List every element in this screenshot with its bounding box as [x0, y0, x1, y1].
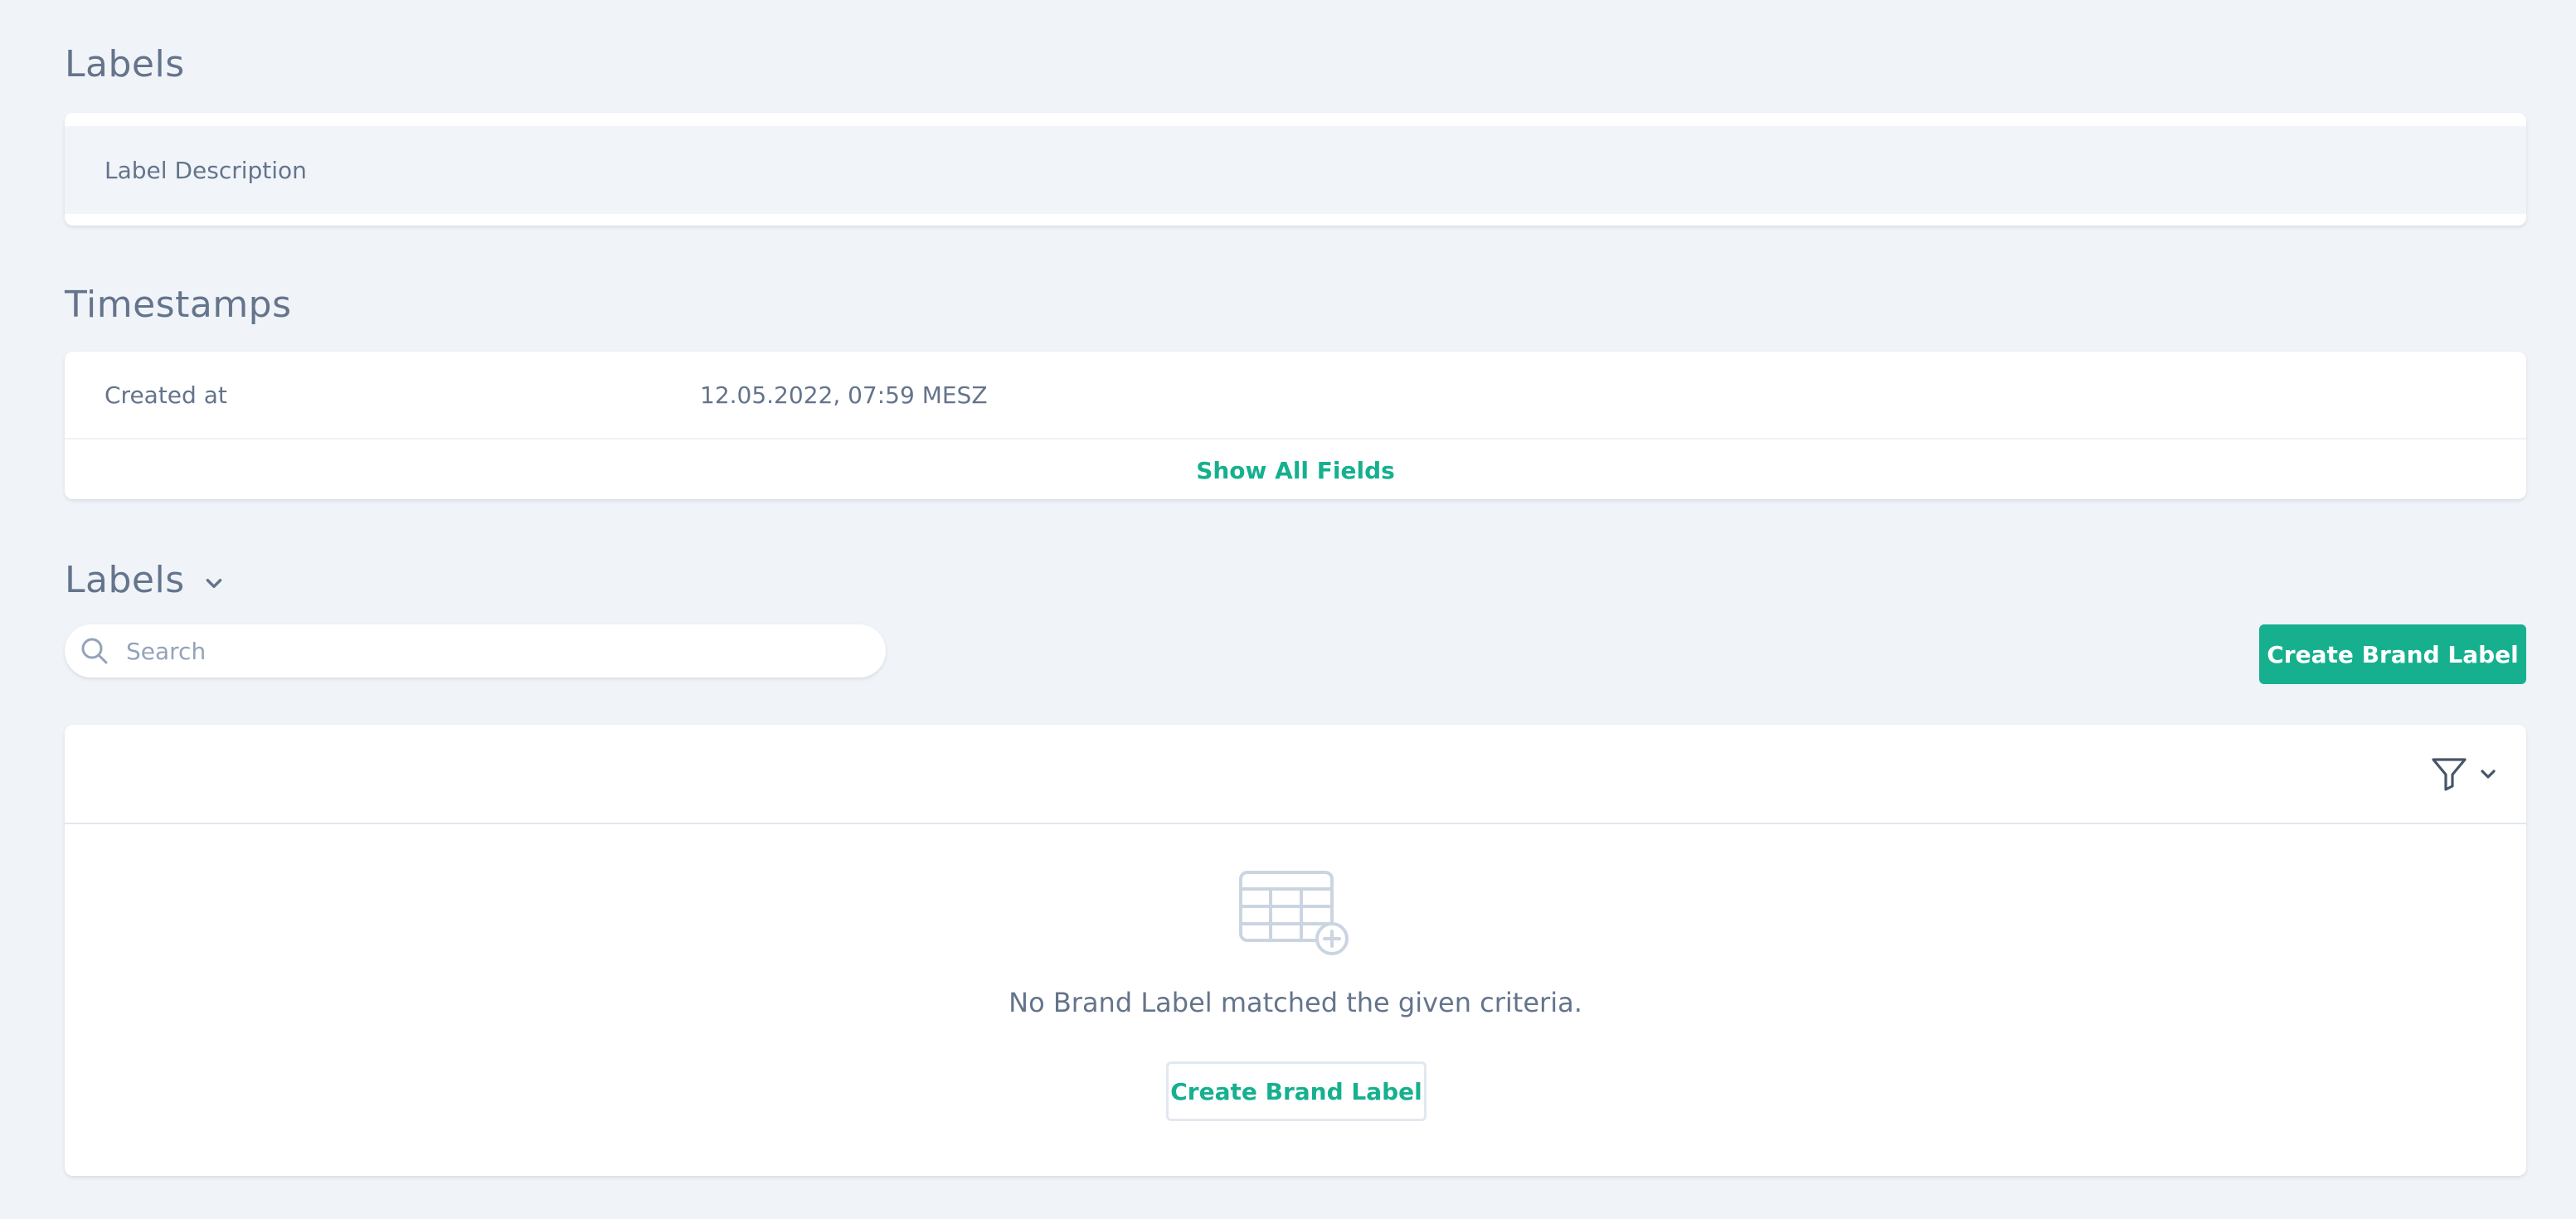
search-box [65, 624, 886, 677]
brand-labels-section-title: Labels [65, 559, 185, 601]
chevron-down-icon [206, 579, 221, 589]
filter-dropdown[interactable] [2430, 755, 2498, 793]
brand-labels-list-card: No Brand Label matched the given criteri… [65, 725, 2526, 1176]
create-brand-label-button[interactable]: Create Brand Label [2259, 624, 2526, 684]
search-icon [81, 638, 108, 664]
empty-state-message: No Brand Label matched the given criteri… [1009, 987, 1582, 1018]
labels-section-title: Labels [65, 43, 185, 85]
search-input[interactable] [126, 626, 856, 676]
show-all-fields-link[interactable]: Show All Fields [65, 441, 2526, 499]
filter-icon [2432, 758, 2467, 791]
brand-labels-section-toggle[interactable]: Labels [65, 554, 225, 607]
created-at-value: 12.05.2022, 07:59 MESZ [700, 381, 988, 409]
table-add-icon [1239, 871, 1349, 955]
chevron-down-icon [2481, 770, 2496, 779]
label-description-label: Label Description [104, 156, 307, 184]
label-description-row: Label Description [65, 126, 2526, 214]
timestamps-section-title: Timestamps [65, 284, 292, 326]
empty-state: No Brand Label matched the given criteri… [65, 824, 2526, 1176]
list-toolbar [65, 725, 2526, 824]
labels-card: Label Description [65, 113, 2526, 226]
created-at-label: Created at [104, 381, 227, 409]
timestamps-card: Created at 12.05.2022, 07:59 MESZ Show A… [65, 352, 2526, 499]
create-brand-label-empty-button[interactable]: Create Brand Label [1166, 1061, 1427, 1121]
created-at-row: Created at 12.05.2022, 07:59 MESZ [65, 352, 2526, 440]
